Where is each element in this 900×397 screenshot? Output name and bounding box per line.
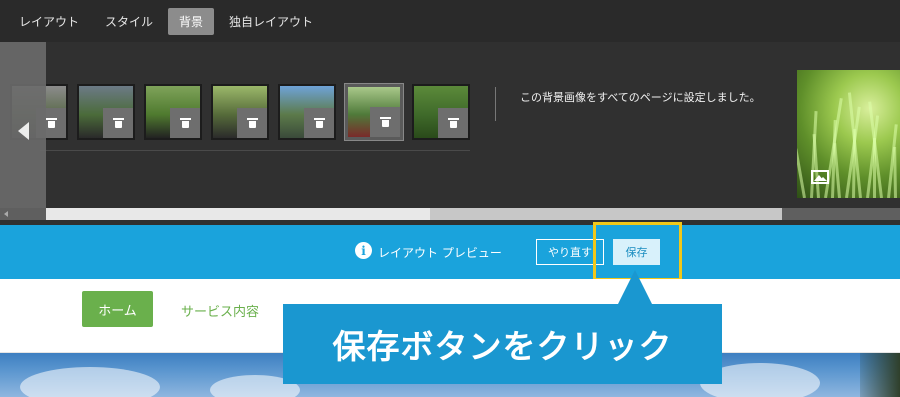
background-preview[interactable] bbox=[797, 70, 900, 198]
background-thumbnail[interactable] bbox=[77, 84, 135, 140]
tab-custom-layout[interactable]: 独自レイアウト bbox=[218, 8, 324, 35]
panel-divider bbox=[495, 87, 496, 121]
scroll-left-button[interactable] bbox=[0, 42, 46, 220]
trash-icon[interactable] bbox=[170, 108, 200, 138]
nav-home[interactable]: ホーム bbox=[82, 291, 153, 327]
trash-icon[interactable] bbox=[237, 108, 267, 138]
instruction-callout: 保存ボタンをクリック bbox=[283, 304, 722, 384]
tab-layout[interactable]: レイアウト bbox=[8, 8, 90, 35]
trash-icon[interactable] bbox=[103, 108, 133, 138]
horizontal-scrollbar[interactable] bbox=[0, 208, 900, 220]
preview-action-bar: i レイアウト プレビュー やり直す 保存 bbox=[0, 225, 900, 279]
scrollbar-track[interactable] bbox=[430, 208, 782, 220]
trash-icon[interactable] bbox=[304, 108, 334, 138]
background-thumbnail-list bbox=[10, 84, 479, 140]
scrollbar-thumb[interactable] bbox=[46, 208, 430, 220]
background-thumbnail[interactable] bbox=[412, 84, 470, 140]
tab-background[interactable]: 背景 bbox=[168, 7, 215, 35]
editor-tab-bar: レイアウト スタイル 背景 独自レイアウト bbox=[0, 0, 900, 42]
background-thumbnail[interactable] bbox=[345, 84, 403, 140]
background-thumbnail[interactable] bbox=[211, 84, 269, 140]
layout-preview-label: レイアウト プレビュー bbox=[378, 246, 502, 260]
scroll-left-arrow-icon[interactable] bbox=[4, 211, 8, 217]
arrow-left-icon bbox=[17, 122, 29, 140]
background-thumbnail[interactable] bbox=[144, 84, 202, 140]
background-applied-message: この背景画像をすべてのページに設定しました。 bbox=[520, 91, 761, 104]
thumbnail-strip-divider bbox=[40, 150, 470, 151]
tab-style[interactable]: スタイル bbox=[94, 8, 164, 35]
trash-icon[interactable] bbox=[438, 108, 468, 138]
nav-services[interactable]: サービス内容 bbox=[181, 301, 259, 320]
image-icon[interactable] bbox=[811, 170, 829, 184]
trash-icon[interactable] bbox=[370, 107, 400, 137]
callout-pointer bbox=[618, 270, 652, 304]
background-panel: この背景画像をすべてのページに設定しました。 bbox=[0, 42, 900, 225]
info-icon: i bbox=[355, 242, 372, 259]
background-thumbnail[interactable] bbox=[278, 84, 336, 140]
